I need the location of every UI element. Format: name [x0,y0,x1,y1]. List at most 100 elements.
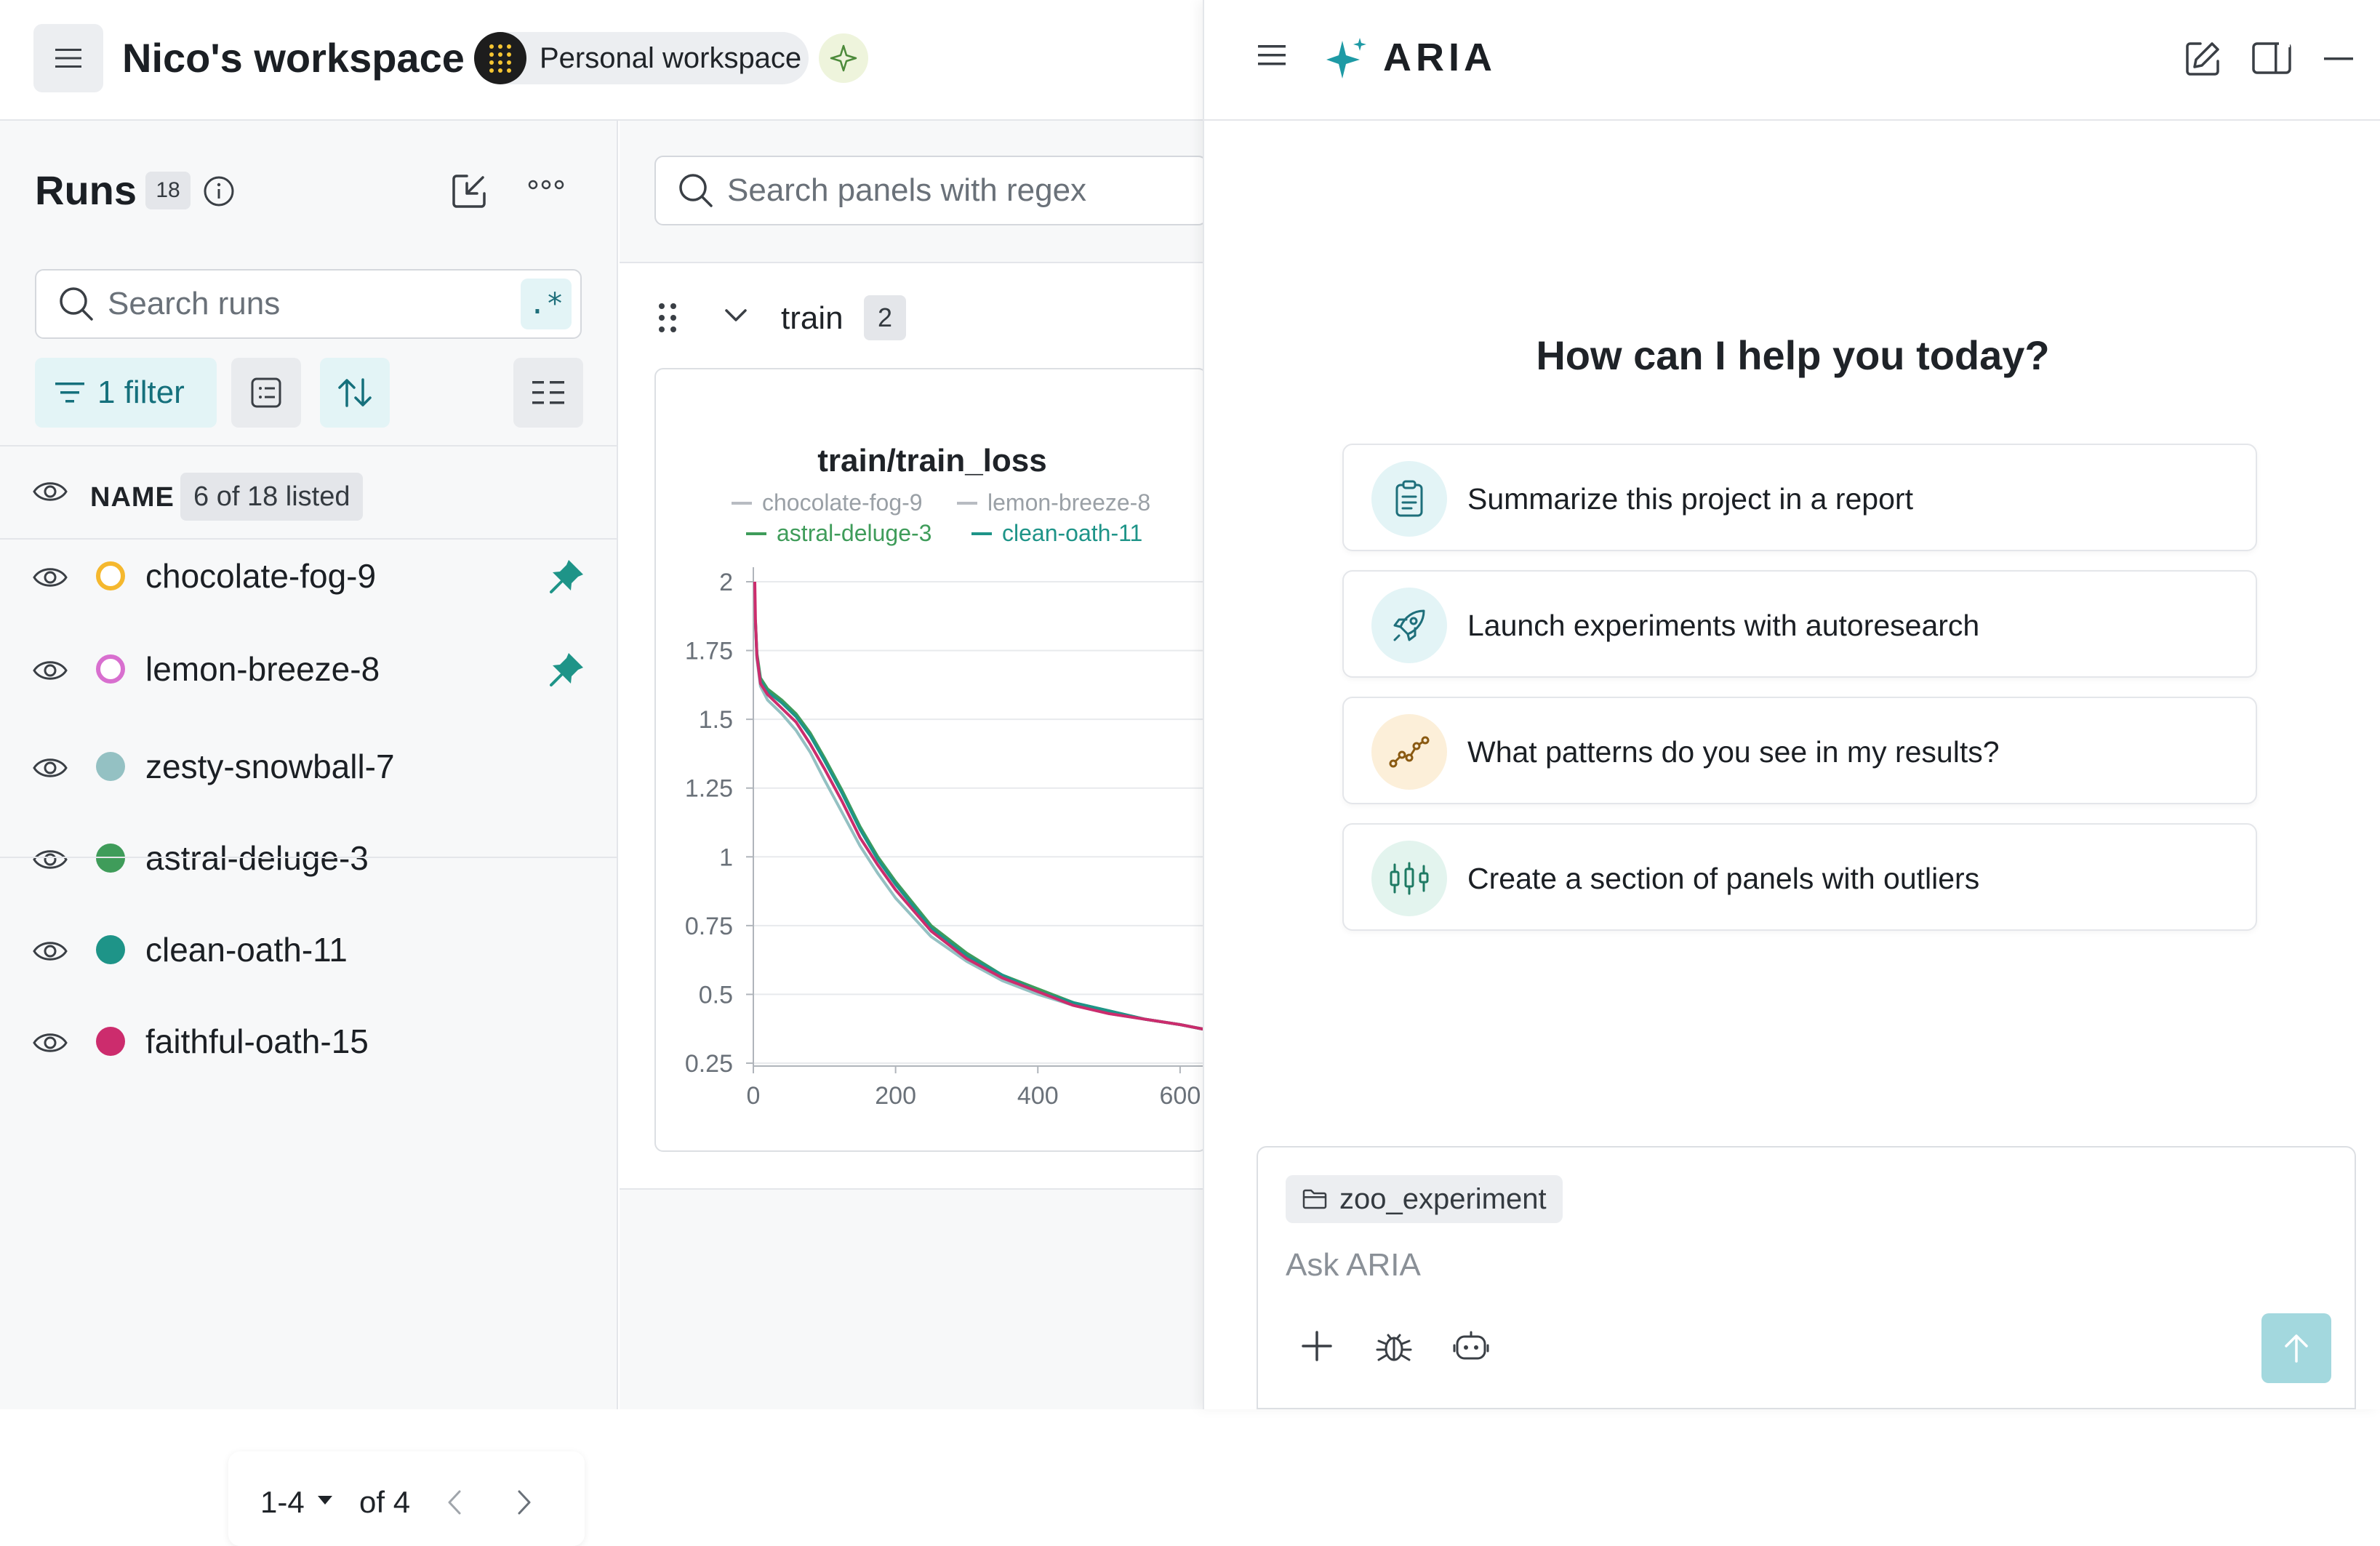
aria-title: ARIA [1383,36,1496,79]
page-range-select[interactable]: 1-4 [260,1485,305,1520]
run-row[interactable]: zesty-snowball-7 [0,718,617,813]
run-color-swatch[interactable] [96,844,125,873]
run-name[interactable]: lemon-breeze-8 [145,647,380,691]
workspace-switcher[interactable]: Personal workspace [474,32,809,84]
y-tick-label: 0.25 [685,1050,733,1078]
search-runs-placeholder: Search runs [108,286,281,321]
visibility-eye-icon[interactable] [32,938,68,964]
columns-button[interactable] [231,358,301,428]
filter-button[interactable]: 1 filter [35,358,217,428]
add-attachment-plus-icon[interactable] [1300,1329,1334,1363]
x-tick-label: 0 [747,1082,761,1110]
folder-icon [1302,1189,1327,1209]
suggestion-card[interactable]: Create a section of panels with outliers [1342,823,2257,931]
chevron-down-icon[interactable] [724,308,748,323]
name-column-header[interactable]: NAME [90,476,175,519]
toggle-all-visibility-eye-icon[interactable] [32,478,68,505]
chart-title: train/train_loss [817,443,1046,478]
suggestion-label: Create a section of panels with outliers [1467,862,1980,895]
aria-sparkle-logo-icon [1325,36,1369,83]
run-name[interactable]: astral-deluge-3 [145,836,369,880]
run-color-swatch[interactable] [96,1027,125,1056]
y-tick-label: 0.5 [699,981,733,1009]
run-name[interactable]: zesty-snowball-7 [145,745,395,788]
panels-area: Search panels with regex train 2 train/t… [620,121,1207,1409]
send-button[interactable] [2261,1313,2331,1383]
filter-icon [55,383,84,403]
panel-section-train: train 2 train/train_loss chocolate-fog-9 l… [620,262,1207,1190]
run-name[interactable]: chocolate-fog-9 [145,554,376,598]
group-button[interactable] [513,358,583,428]
suggestion-card[interactable]: What patterns do you see in my results? [1342,697,2257,804]
split-view-icon[interactable] [2251,39,2292,76]
visibility-eye-icon[interactable] [32,564,68,590]
pagination: 1-4 of 4 [228,1451,585,1546]
visibility-eye-icon[interactable] [32,846,68,873]
legend-entry: chocolate-fog-9 [762,489,923,516]
run-color-swatch[interactable] [96,935,125,964]
chart-panel[interactable]: train/train_loss chocolate-fog-9 lemon-bre… [654,368,1207,1152]
run-color-swatch[interactable] [96,752,125,781]
next-page-chevron-icon[interactable] [516,1489,532,1515]
hamburger-icon [55,49,81,68]
search-icon [679,174,713,207]
y-tick-label: 2 [719,569,733,596]
info-icon[interactable] [202,175,236,208]
pin-icon[interactable] [547,557,586,596]
candlestick-icon [1371,841,1447,916]
ask-aria-input[interactable] [1286,1238,2231,1293]
x-tick-label: 600 [1160,1082,1201,1110]
search-panels-input[interactable]: Search panels with regex [654,156,1207,225]
workspace-pill-label: Personal workspace [540,41,802,74]
filter-label: 1 filter [97,375,185,410]
suggestion-label: Launch experiments with autoresearch [1467,609,1980,642]
run-color-swatch[interactable] [96,561,125,590]
report-icon [1371,461,1447,537]
visibility-eye-icon[interactable] [32,755,68,781]
aria-header: ARIA [1204,0,2380,121]
suggestion-label: What patterns do you see in my results? [1467,735,2000,769]
workspace-header: Nico's workspace Personal workspace [0,0,1203,121]
more-options-icon[interactable] [528,179,564,191]
regex-toggle[interactable]: .* [521,279,572,329]
run-row[interactable]: clean-oath-11 [0,902,617,996]
drag-handle-icon[interactable] [657,303,678,333]
export-icon[interactable] [449,172,489,211]
project-context-chip[interactable]: zoo_experiment [1286,1175,1563,1223]
run-row[interactable]: faithful-oath-15 [0,993,617,1088]
rocket-icon [1371,588,1447,663]
debug-bug-icon[interactable] [1374,1328,1414,1364]
workspace-title: Nico's workspace [122,35,465,81]
visibility-eye-icon[interactable] [32,1030,68,1056]
legend-swatch [732,502,752,505]
new-chat-edit-icon[interactable] [2183,39,2222,79]
runs-title: Runs [35,167,137,213]
menu-button[interactable] [33,24,103,92]
run-color-swatch[interactable] [96,654,125,684]
visibility-eye-icon[interactable] [32,657,68,684]
legend-entry: astral-deluge-3 [777,520,931,546]
run-row[interactable]: chocolate-fog-9 [0,528,617,622]
project-context-label: zoo_experiment [1339,1182,1547,1215]
caret-down-icon[interactable] [317,1495,333,1505]
x-tick-label: 200 [875,1082,916,1110]
agent-robot-icon[interactable] [1453,1329,1489,1363]
run-row[interactable]: lemon-breeze-8 [0,621,617,716]
previous-page-chevron-icon[interactable] [446,1489,462,1515]
legend-entry: lemon-breeze-8 [987,489,1150,516]
ai-sparkle-button[interactable] [819,33,868,83]
suggestion-card[interactable]: Summarize this project in a report [1342,444,2257,551]
section-title[interactable]: train [781,297,844,340]
aria-menu-icon[interactable] [1258,44,1286,67]
pin-icon[interactable] [547,650,586,689]
sort-arrows-icon [338,378,372,407]
run-name[interactable]: faithful-oath-15 [145,1020,369,1063]
columns-icon [251,377,281,408]
minimize-icon[interactable] [2324,57,2353,61]
sort-button[interactable] [320,358,390,428]
runs-count-badge: 18 [145,172,191,209]
aria-composer: zoo_experiment [1257,1146,2356,1409]
suggestion-card[interactable]: Launch experiments with autoresearch [1342,570,2257,678]
search-runs-input[interactable]: Search runs .* [35,269,582,339]
run-name[interactable]: clean-oath-11 [145,928,348,972]
